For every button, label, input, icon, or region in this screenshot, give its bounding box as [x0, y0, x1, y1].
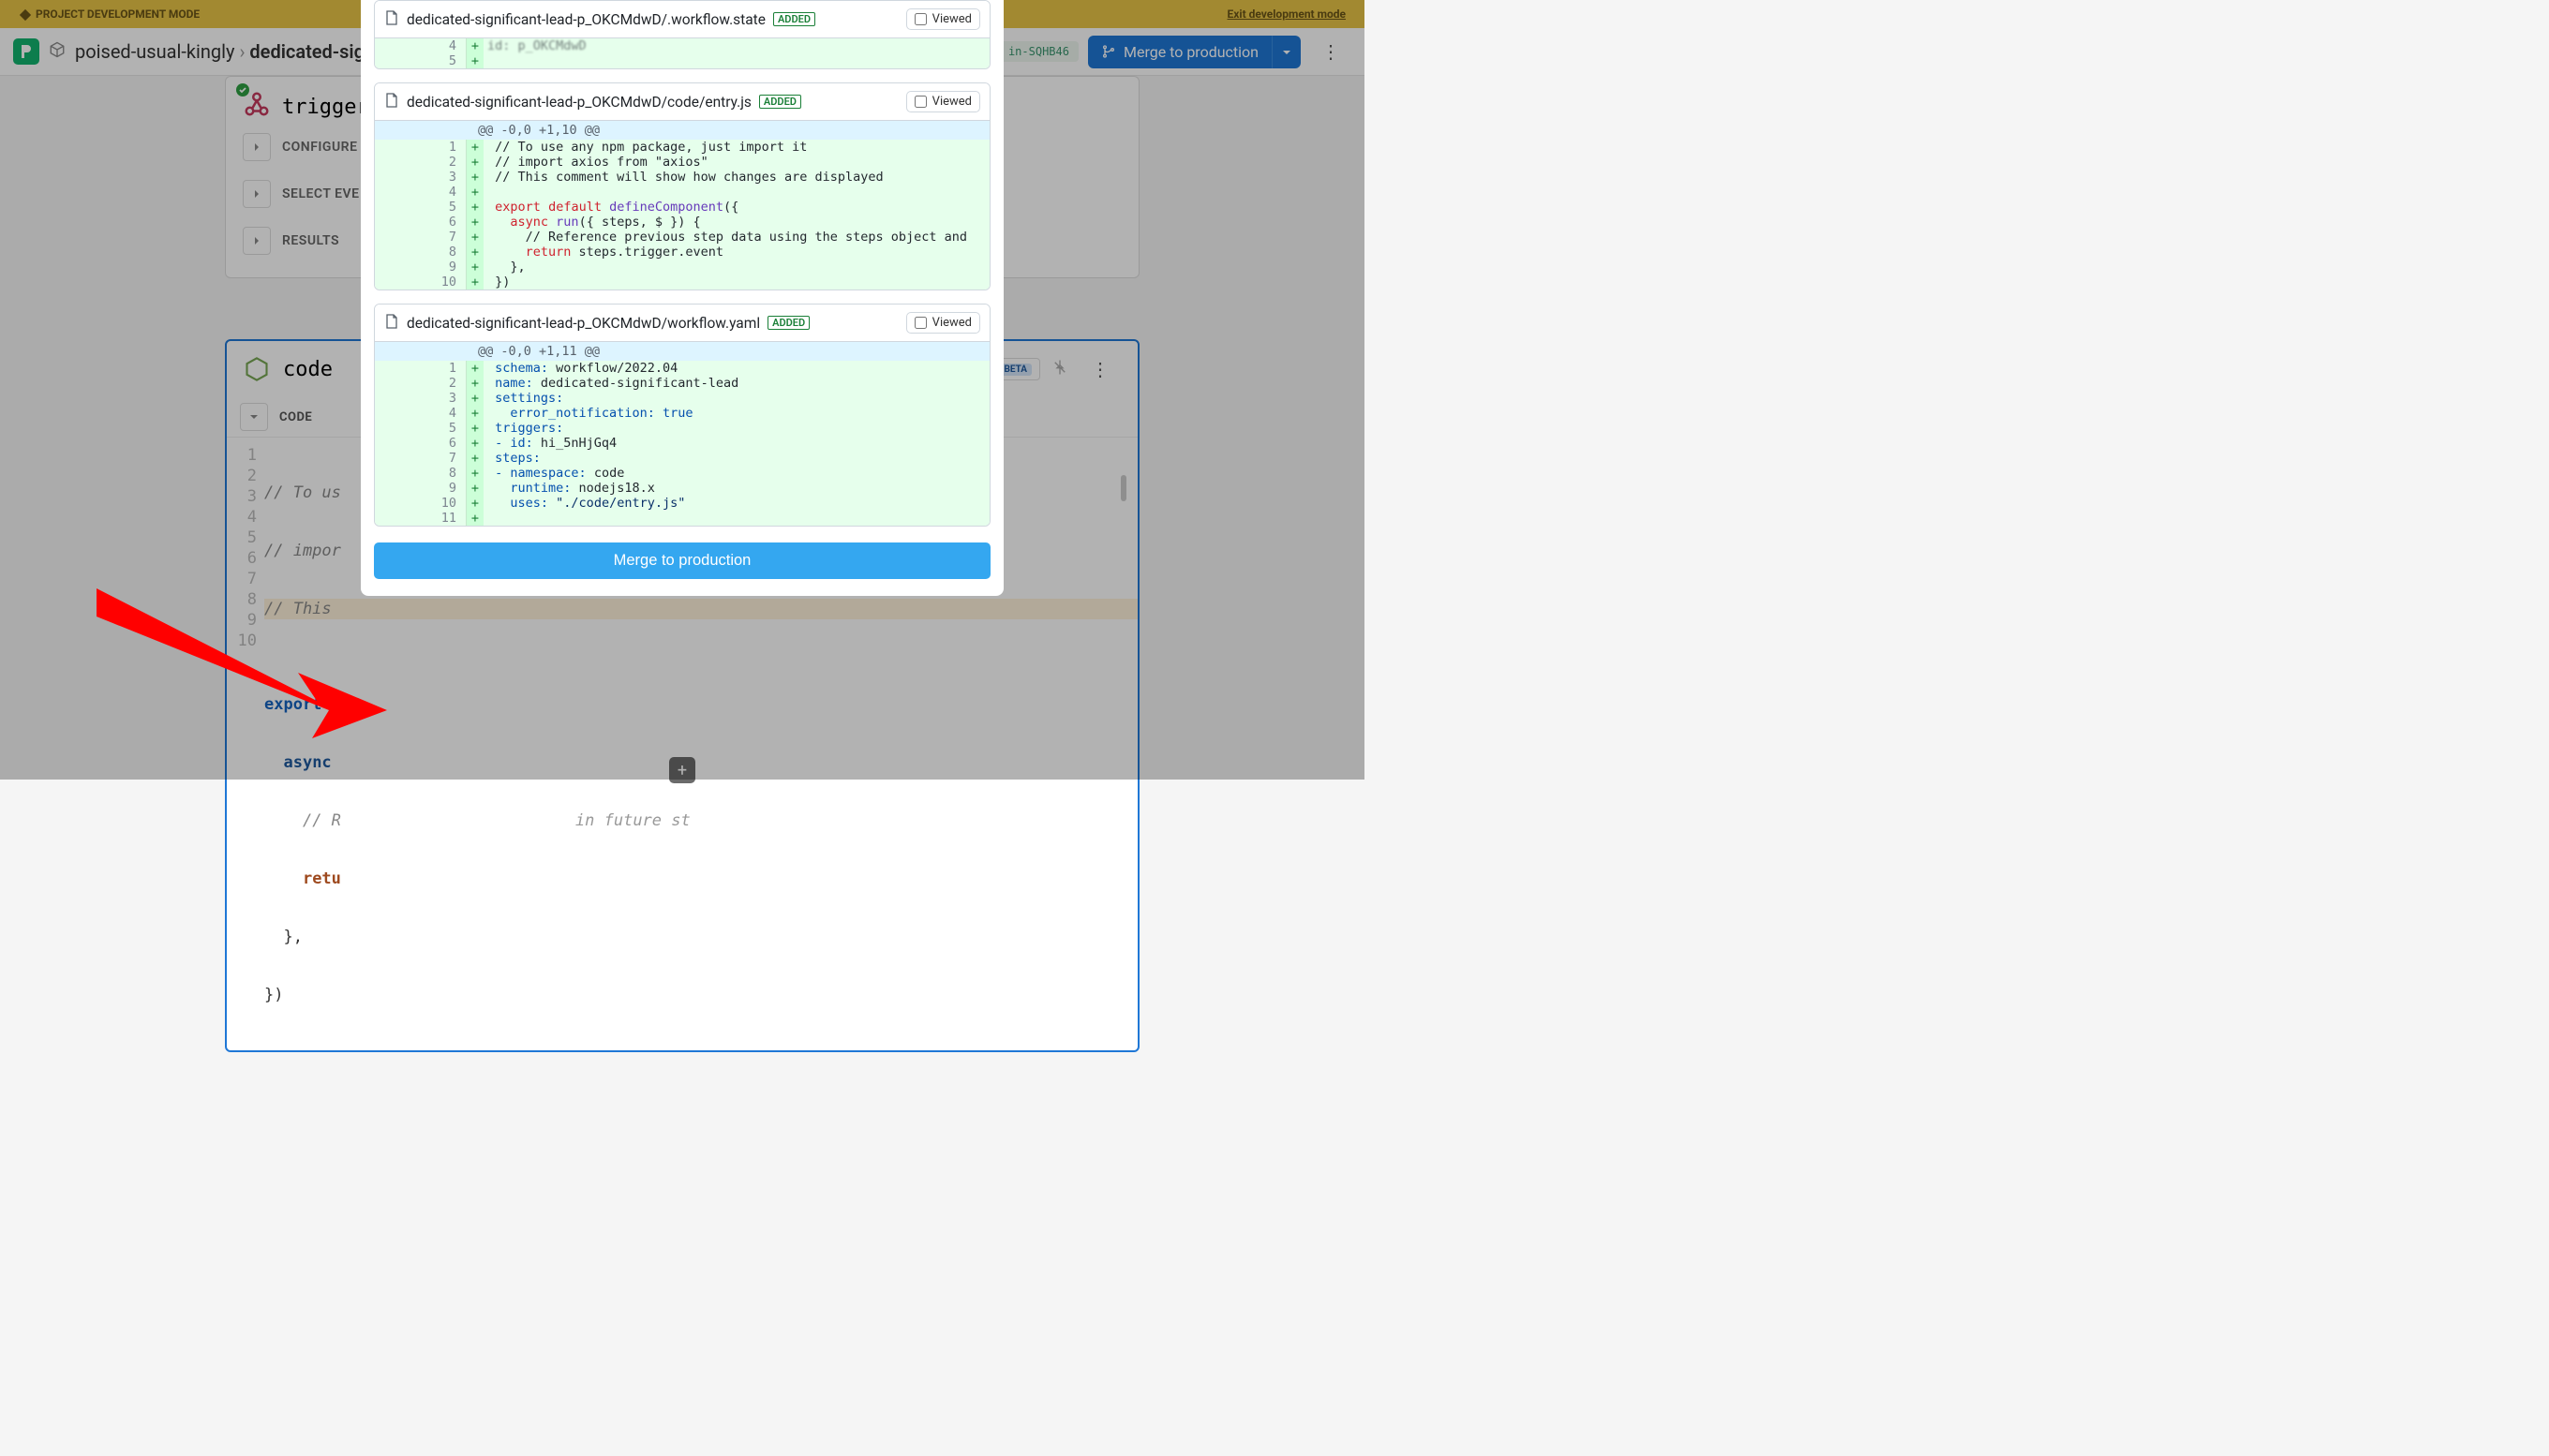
- file-icon: [384, 314, 399, 333]
- modal-merge-button[interactable]: Merge to production: [374, 542, 991, 579]
- viewed-checkbox[interactable]: Viewed: [906, 312, 980, 334]
- added-badge: ADDED: [759, 95, 801, 109]
- file-icon: [384, 93, 399, 111]
- viewed-checkbox[interactable]: Viewed: [906, 91, 980, 112]
- hunk-header: @@ -0,0 +1,11 @@: [375, 342, 990, 361]
- viewed-checkbox[interactable]: Viewed: [906, 8, 980, 30]
- added-badge: ADDED: [773, 12, 815, 26]
- diff-modal: dedicated-significant-lead-p_OKCMdwD/.wo…: [361, 0, 1004, 596]
- diff-filename: dedicated-significant-lead-p_OKCMdwD/.wo…: [407, 11, 766, 28]
- diff-file-entry-js: dedicated-significant-lead-p_OKCMdwD/cod…: [374, 82, 991, 290]
- diff-file-workflow-state: dedicated-significant-lead-p_OKCMdwD/.wo…: [374, 0, 991, 69]
- added-badge: ADDED: [768, 316, 810, 330]
- hunk-header: @@ -0,0 +1,10 @@: [375, 121, 990, 140]
- diff-file-workflow-yaml: dedicated-significant-lead-p_OKCMdwD/wor…: [374, 304, 991, 527]
- diff-filename: dedicated-significant-lead-p_OKCMdwD/cod…: [407, 94, 752, 111]
- file-icon: [384, 10, 399, 29]
- diff-filename: dedicated-significant-lead-p_OKCMdwD/wor…: [407, 315, 760, 332]
